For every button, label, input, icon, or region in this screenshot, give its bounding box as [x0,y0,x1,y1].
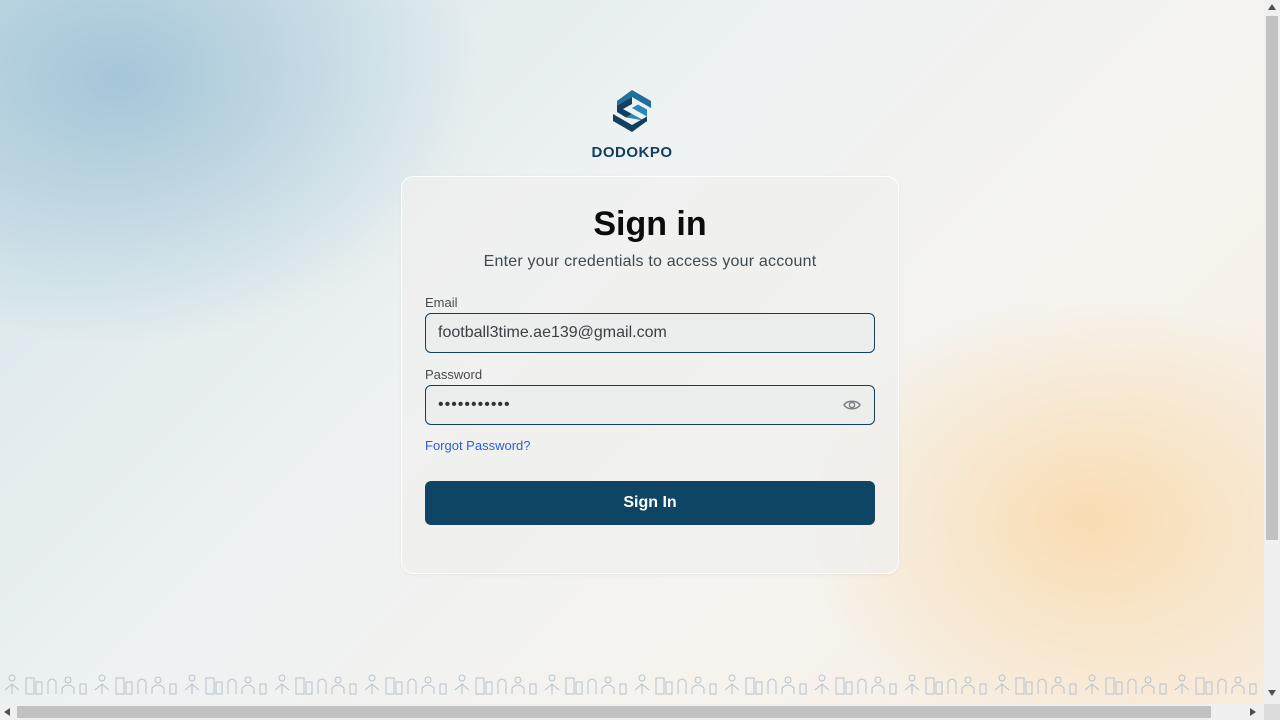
scrollbar-corner [1264,704,1280,720]
card-subtitle: Enter your credentials to access your ac… [483,253,817,270]
vertical-scrollbar[interactable] [1264,0,1280,704]
scroll-up-arrow-icon[interactable] [1268,4,1276,10]
eye-icon[interactable] [842,395,862,415]
sign-in-button[interactable]: Sign In [425,481,875,525]
horizontal-scroll-thumb[interactable] [17,706,1211,718]
scroll-left-arrow-icon[interactable] [4,708,10,716]
horizontal-scrollbar[interactable] [0,704,1264,720]
email-value[interactable]: football3time.ae139@gmail.com [438,324,862,342]
scroll-right-arrow-icon[interactable] [1250,708,1256,716]
page-viewport: DODOKPO Sign in Enter your credentials t… [0,0,1264,704]
password-value[interactable]: ••••••••••• [438,396,842,414]
scroll-down-arrow-icon[interactable] [1268,690,1276,696]
password-field[interactable]: ••••••••••• [425,385,875,425]
card-title: Sign in [593,205,707,243]
hexagon-s-logo-icon [613,90,651,132]
brand-name: DODOKPO [591,144,673,161]
vertical-scroll-thumb[interactable] [1266,16,1278,540]
sign-in-card: Sign in Enter your credentials to access… [401,176,899,574]
email-label: Email [425,295,458,310]
brand-header: DODOKPO [0,88,1264,161]
password-label: Password [425,367,483,382]
forgot-password-link[interactable]: Forgot Password? [425,438,531,453]
city-pattern-decoration [0,670,1264,704]
email-field[interactable]: football3time.ae139@gmail.com [425,313,875,353]
